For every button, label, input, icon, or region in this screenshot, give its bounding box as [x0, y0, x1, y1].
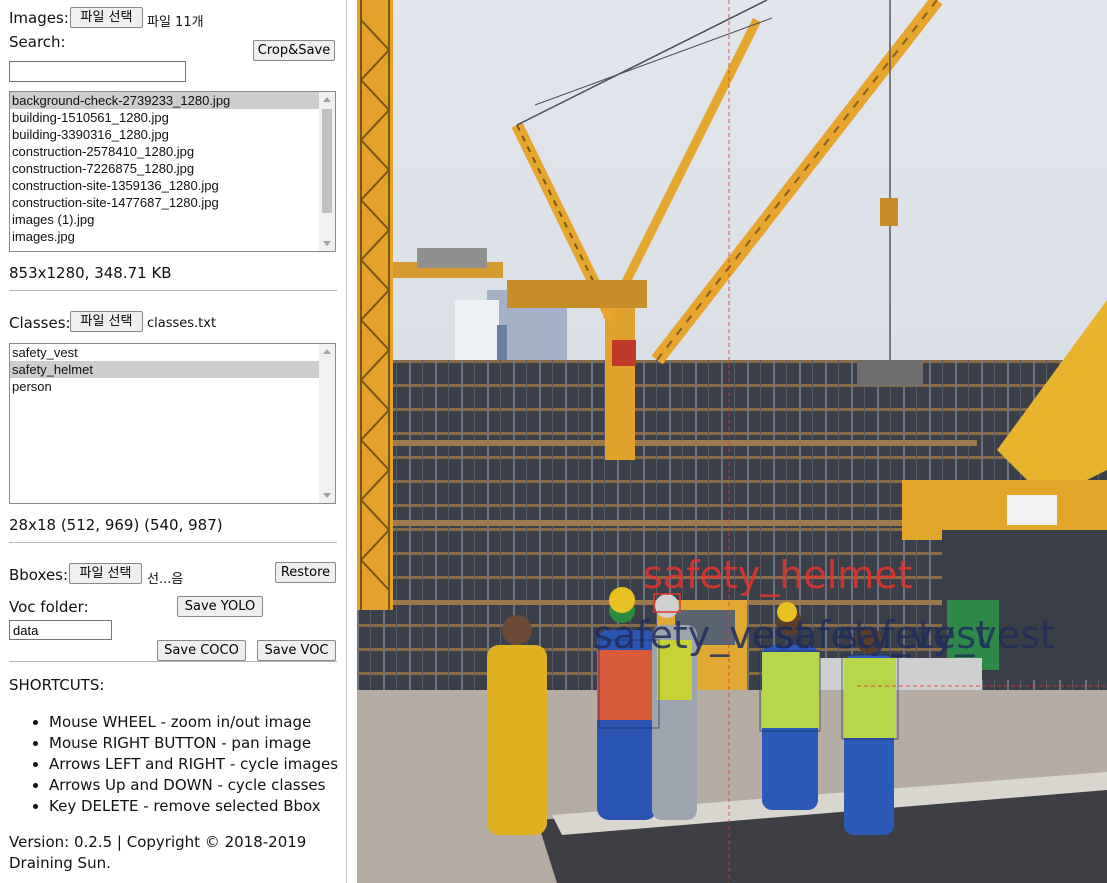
- save-voc-button[interactable]: Save VOC: [257, 640, 336, 661]
- shortcut-item: Arrows Up and DOWN - cycle classes: [49, 775, 338, 796]
- images-file-status: 파일 11개: [147, 15, 204, 30]
- shortcuts-title: SHORTCUTS:: [9, 676, 105, 694]
- save-coco-button[interactable]: Save COCO: [157, 640, 246, 661]
- shortcuts-list: Mouse WHEEL - zoom in/out image Mouse RI…: [9, 712, 338, 817]
- list-item[interactable]: person: [10, 378, 335, 395]
- save-yolo-button[interactable]: Save YOLO: [177, 596, 263, 617]
- scroll-down-icon[interactable]: [323, 241, 331, 246]
- list-item[interactable]: images.jpg: [10, 228, 335, 245]
- image-list-items: background-check-2739233_1280.jpg buildin…: [10, 92, 335, 245]
- shortcut-item: Key DELETE - remove selected Bbox: [49, 796, 338, 817]
- list-item[interactable]: construction-7226875_1280.jpg: [10, 160, 335, 177]
- class-list-items: safety_vest safety_helmet person: [10, 344, 335, 395]
- image-list-scrollbar[interactable]: [319, 92, 335, 251]
- crop-save-button[interactable]: Crop&Save: [253, 40, 335, 61]
- images-label: Images:: [9, 9, 69, 27]
- scroll-up-icon[interactable]: [323, 97, 331, 102]
- class-list[interactable]: safety_vest safety_helmet person: [9, 343, 336, 504]
- bbox-label-selected: safety_helmet: [643, 553, 913, 597]
- shortcut-item: Mouse RIGHT BUTTON - pan image: [49, 733, 338, 754]
- divider: [9, 542, 337, 543]
- list-item[interactable]: safety_vest: [10, 344, 335, 361]
- version-text: Version: 0.2.5 | Copyright © 2018-2019: [9, 833, 307, 851]
- bbox-info: 28x18 (512, 969) (540, 987): [9, 516, 223, 534]
- image-list[interactable]: background-check-2739233_1280.jpg buildin…: [9, 91, 336, 252]
- copyright-owner: Draining Sun.: [9, 854, 111, 872]
- divider: [9, 290, 337, 291]
- images-file-button[interactable]: 파일 선택: [70, 7, 143, 28]
- bboxes-file-button[interactable]: 파일 선택: [69, 563, 142, 584]
- list-item[interactable]: building-1510561_1280.jpg: [10, 109, 335, 126]
- search-input[interactable]: [9, 61, 186, 82]
- shortcut-item: Mouse WHEEL - zoom in/out image: [49, 712, 338, 733]
- list-item[interactable]: background-check-2739233_1280.jpg: [10, 92, 335, 109]
- class-list-scrollbar[interactable]: [319, 344, 335, 503]
- image-canvas[interactable]: safety_helmet safety_vest safety_vest sa…: [357, 0, 1107, 883]
- list-item[interactable]: images (1).jpg: [10, 211, 335, 228]
- bboxes-label: Bboxes:: [9, 566, 69, 584]
- scroll-down-icon[interactable]: [323, 493, 331, 498]
- list-item[interactable]: building-3390316_1280.jpg: [10, 126, 335, 143]
- bbox-label: safety_vest: [838, 613, 1055, 657]
- scroll-up-icon[interactable]: [323, 349, 331, 354]
- classes-file-status: classes.txt: [147, 316, 217, 331]
- list-item[interactable]: construction-site-1359136_1280.jpg: [10, 177, 335, 194]
- classes-label: Classes:: [9, 314, 71, 332]
- list-item[interactable]: construction-site-1477687_1280.jpg: [10, 194, 335, 211]
- sidebar-panel: Images: 파일 선택 파일 11개 Search: Crop&Save b…: [0, 0, 347, 883]
- image-info: 853x1280, 348.71 KB: [9, 264, 172, 282]
- shortcut-item: Arrows LEFT and RIGHT - cycle images: [49, 754, 338, 775]
- scroll-thumb[interactable]: [322, 109, 332, 213]
- classes-file-button[interactable]: 파일 선택: [70, 311, 143, 332]
- list-item[interactable]: construction-2578410_1280.jpg: [10, 143, 335, 160]
- construction-site-photo: [357, 0, 1107, 883]
- list-item[interactable]: safety_helmet: [10, 361, 335, 378]
- search-label: Search:: [9, 33, 66, 51]
- divider: [9, 661, 337, 662]
- bboxes-file-status: 선...음: [147, 572, 184, 587]
- restore-button[interactable]: Restore: [275, 562, 336, 583]
- voc-folder-input[interactable]: [9, 620, 112, 640]
- voc-folder-label: Voc folder:: [9, 598, 89, 616]
